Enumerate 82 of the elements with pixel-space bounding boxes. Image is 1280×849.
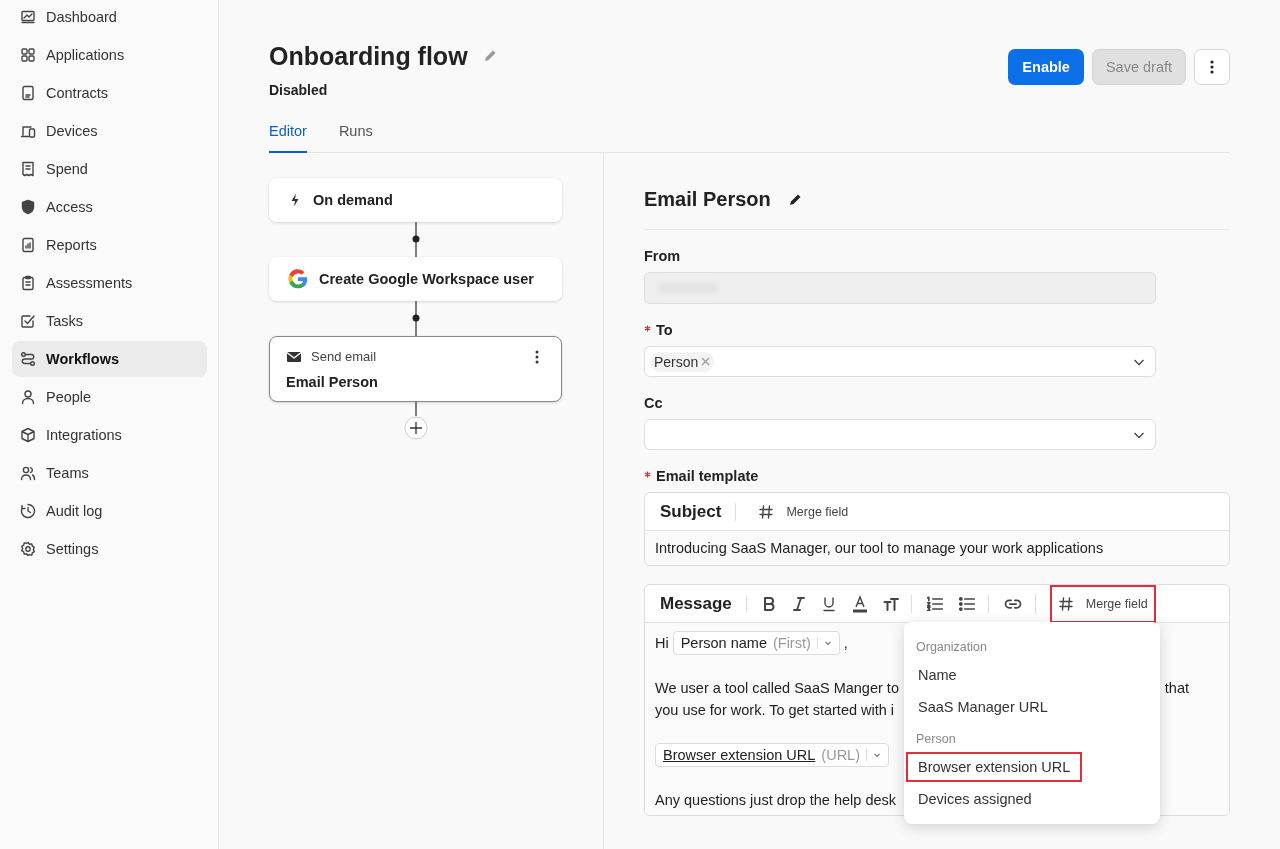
sidebar-item[interactable]: Assessments (12, 265, 207, 301)
chevron-down-icon[interactable] (873, 751, 881, 759)
trigger-node[interactable]: On demand (269, 178, 562, 222)
field-label: From (644, 248, 681, 264)
chart-icon (20, 9, 36, 25)
body-text: that (1164, 679, 1190, 698)
workflow-icon (20, 351, 36, 367)
sidebar-item[interactable]: Contracts (12, 75, 207, 111)
enable-button[interactable]: Enable (1008, 49, 1084, 85)
menu-item[interactable]: Name (906, 660, 969, 690)
people-icon (20, 465, 36, 481)
sidebar-item[interactable]: Devices (12, 113, 207, 149)
document-icon (20, 85, 36, 101)
more-button[interactable] (1194, 49, 1230, 85)
page-title: Onboarding flow (269, 41, 468, 72)
sidebar-item[interactable]: Spend (12, 151, 207, 187)
devices-icon (20, 123, 36, 139)
menu-item[interactable]: Browser extension URL (906, 752, 1083, 782)
node-label: Create Google Workspace user (319, 271, 534, 287)
sidebar-item[interactable]: Tasks (12, 303, 207, 339)
body-text: We user a tool called SaaS Manger to (655, 679, 899, 698)
menu-item[interactable]: Devices assigned (906, 784, 1044, 814)
action-node[interactable]: Create Google Workspace user (269, 257, 562, 301)
sidebar-item[interactable]: Workflows (12, 341, 207, 377)
person-icon (20, 389, 36, 405)
node-label: Email Person (286, 373, 379, 390)
field-label: Email template (656, 468, 759, 484)
report-icon (20, 237, 36, 253)
subject-text[interactable]: Introducing SaaS Manager, our tool to manage your work applications (645, 531, 1229, 565)
merge-field-button[interactable]: Merge field (750, 492, 857, 531)
google-logo-icon (287, 268, 309, 290)
body-text: Hi (655, 634, 669, 653)
email-node[interactable]: Send email Email Person (269, 336, 562, 402)
node-label: On demand (313, 192, 393, 208)
shield-icon (20, 199, 36, 215)
tab[interactable]: Editor (269, 123, 307, 153)
hash-icon (1057, 595, 1074, 612)
bullet-list-icon (957, 594, 976, 613)
sidebar-item[interactable]: Integrations (12, 417, 207, 453)
field-label: To (656, 322, 673, 338)
body-text: Any questions just drop the help desk (655, 791, 896, 810)
editor-label: Subject (660, 502, 737, 521)
box-icon (20, 427, 36, 443)
add-step-button[interactable] (403, 416, 428, 440)
hash-icon (758, 503, 775, 520)
sidebar-item[interactable]: Audit log (12, 493, 207, 529)
body-text: , (843, 634, 848, 653)
recipient-chip[interactable]: Person (650, 351, 715, 372)
to-field[interactable]: Person (644, 346, 1156, 377)
checkbox-icon (20, 313, 36, 329)
text-size-icon (882, 595, 899, 612)
text-color-icon[interactable] (850, 594, 869, 613)
menu-group-label: Organization (915, 639, 988, 656)
numbered-list-icon (925, 594, 944, 613)
clipboard-icon (20, 275, 36, 291)
italic-icon (790, 595, 807, 612)
tab[interactable]: Runs (338, 123, 373, 153)
chevron-down-icon[interactable] (823, 639, 832, 647)
remove-icon[interactable] (701, 357, 711, 366)
receipt-icon (20, 161, 36, 177)
grid-icon (20, 47, 36, 63)
sidebar-item[interactable]: Dashboard (12, 0, 207, 35)
clock-icon (20, 503, 36, 519)
sidebar-item[interactable]: Access (12, 189, 207, 225)
field-label: Cc (644, 395, 663, 411)
node-type: Send email (311, 349, 378, 364)
editor-label: Message (660, 594, 747, 613)
sidebar-item[interactable]: Teams (12, 455, 207, 491)
underline-icon (820, 595, 837, 612)
sidebar-item[interactable]: Applications (12, 37, 207, 73)
sidebar-item[interactable]: Settings (12, 531, 207, 567)
gear-icon (20, 541, 36, 557)
menu-item[interactable]: SaaS Manager URL (906, 692, 1060, 722)
merge-token[interactable]: Person name (First) (672, 631, 840, 655)
body-text: you use for work. To get started with i (655, 701, 895, 720)
sidebar-item[interactable]: People (12, 379, 207, 415)
merge-token[interactable]: Browser extension URL (URL) (655, 743, 889, 767)
menu-group-label: Person (915, 731, 957, 748)
panel-title: Email Person (644, 188, 771, 211)
sidebar-item[interactable]: Reports (12, 227, 207, 263)
status-text: Disabled (269, 82, 328, 98)
cc-field[interactable] (644, 419, 1156, 450)
